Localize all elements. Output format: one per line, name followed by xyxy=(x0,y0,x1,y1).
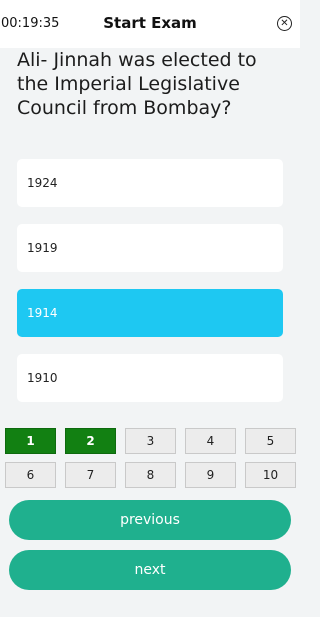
question-number-8[interactable]: 8 xyxy=(125,462,176,488)
answer-option-4[interactable]: 1910 xyxy=(17,354,283,402)
question-number-6[interactable]: 6 xyxy=(5,462,56,488)
app-header: 00:19:35 Start Exam ✕ xyxy=(0,0,300,48)
question-number-9[interactable]: 9 xyxy=(185,462,236,488)
close-icon[interactable]: ✕ xyxy=(277,16,292,31)
question-number-5[interactable]: 5 xyxy=(245,428,296,454)
answer-option-1[interactable]: 1924 xyxy=(17,159,283,207)
question-number-1[interactable]: 1 xyxy=(5,428,56,454)
question-number-7[interactable]: 7 xyxy=(65,462,116,488)
answer-option-2[interactable]: 1919 xyxy=(17,224,283,272)
question-number-10[interactable]: 10 xyxy=(245,462,296,488)
next-button[interactable]: next xyxy=(9,550,291,590)
question-number-4[interactable]: 4 xyxy=(185,428,236,454)
page-title: Start Exam xyxy=(103,14,197,32)
question-number-2[interactable]: 2 xyxy=(65,428,116,454)
answer-option-3-selected[interactable]: 1914 xyxy=(17,289,283,337)
previous-button[interactable]: previous xyxy=(9,500,291,540)
question-number-3[interactable]: 3 xyxy=(125,428,176,454)
question-text: Ali- Jinnah was elected to the Imperial … xyxy=(17,49,257,119)
